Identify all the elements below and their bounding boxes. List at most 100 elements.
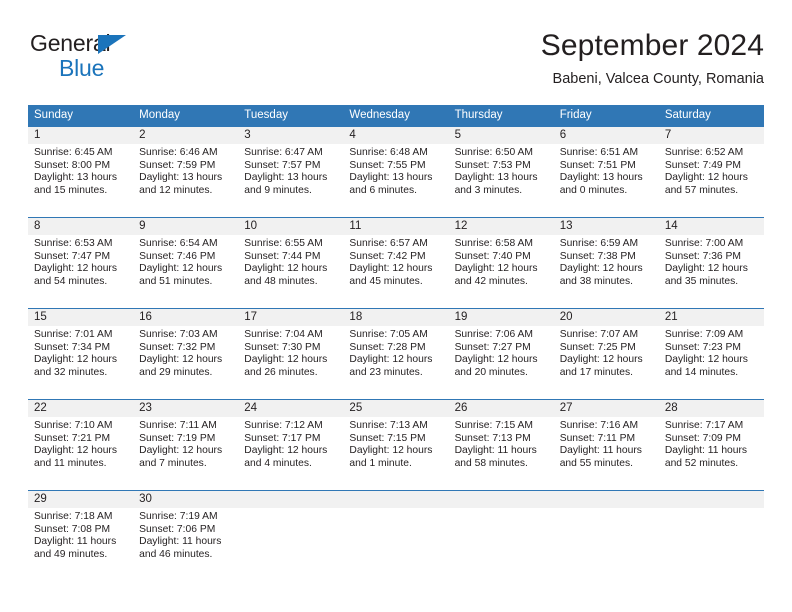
calendar-day-cell[interactable]: 23 Sunrise: 7:11 AM Sunset: 7:19 PM Dayligh…: [133, 399, 239, 491]
daylight-duration-line2: and 23 minutes.: [349, 366, 423, 378]
sunrise-time: Sunrise: 6:52 AM: [664, 147, 744, 158]
calendar-day-cell[interactable]: 11 Sunrise: 6:57 AM Sunset: 7:42 PM Dayligh…: [343, 217, 449, 309]
daylight-duration-line1: Daylight: 12 hours: [559, 354, 643, 366]
calendar-day-cell[interactable]: 20 Sunrise: 7:07 AM Sunset: 7:25 PM Dayligh…: [553, 308, 659, 400]
day-number: 18: [343, 309, 449, 326]
calendar-day-cell[interactable]: 17 Sunrise: 7:04 AM Sunset: 7:30 PM Dayligh…: [238, 308, 344, 400]
calendar-day-cell[interactable]: 2 Sunrise: 6:46 AM Sunset: 7:59 PM Daylight…: [133, 127, 239, 218]
calendar-day-cell[interactable]: 15 Sunrise: 7:01 AM Sunset: 7:34 PM Dayligh…: [28, 308, 134, 400]
sunrise-time: Sunrise: 7:18 AM: [34, 511, 113, 522]
day-cell-inner: 30 Sunrise: 7:19 AM Sunset: 7:06 PM Dayligh…: [133, 491, 239, 581]
calendar-day-cell[interactable]: 5 Sunrise: 6:50 AM Sunset: 7:53 PM Daylight…: [448, 127, 554, 218]
day-number: 3: [238, 127, 344, 144]
daylight-duration-line1: Daylight: 11 hours: [559, 445, 642, 457]
calendar-day-cell[interactable]: 9 Sunrise: 6:54 AM Sunset: 7:46 PM Daylight…: [133, 217, 239, 309]
day-number: 9: [133, 218, 239, 235]
day-number: [343, 491, 449, 508]
sunrise-time: Sunrise: 7:12 AM: [244, 420, 323, 431]
calendar-day-cell[interactable]: 6 Sunrise: 6:51 AM Sunset: 7:51 PM Daylight…: [553, 127, 659, 218]
calendar-day-cell[interactable]: 29 Sunrise: 7:18 AM Sunset: 7:08 PM Dayligh…: [28, 490, 134, 581]
daylight-duration-line1: Daylight: 12 hours: [349, 354, 433, 366]
day-cell-inner: [658, 491, 764, 581]
day-number: 29: [28, 491, 134, 508]
day-cell-inner: 12 Sunrise: 6:58 AM Sunset: 7:40 PM Dayligh…: [448, 218, 554, 308]
day-cell-inner: 26 Sunrise: 7:15 AM Sunset: 7:13 PM Dayligh…: [448, 400, 554, 490]
sunset-time: Sunset: 8:00 PM: [34, 159, 111, 171]
day-cell-inner: 8 Sunrise: 6:53 AM Sunset: 7:47 PM Daylight…: [28, 218, 134, 308]
calendar-day-cell[interactable]: 27 Sunrise: 7:16 AM Sunset: 7:11 PM Dayligh…: [553, 399, 659, 491]
sunset-time: Sunset: 7:59 PM: [139, 159, 216, 171]
sunset-time: Sunset: 7:55 PM: [349, 159, 426, 171]
daylight-duration-line1: Daylight: 11 hours: [139, 536, 222, 548]
day-number: 27: [553, 400, 659, 417]
generalblue-logo[interactable]: General Blue: [30, 32, 220, 82]
calendar-day-cell[interactable]: 18 Sunrise: 7:05 AM Sunset: 7:28 PM Dayligh…: [343, 308, 449, 400]
daylight-duration-line2: and 11 minutes.: [34, 457, 107, 469]
weekday-header-sunday: Sunday: [28, 105, 134, 127]
daylight-duration-line2: and 1 minute.: [349, 457, 412, 469]
daylight-duration-line2: and 26 minutes.: [244, 366, 318, 378]
day-number: 28: [658, 400, 764, 417]
calendar-day-cell[interactable]: 24 Sunrise: 7:12 AM Sunset: 7:17 PM Dayligh…: [238, 399, 344, 491]
calendar-day-cell[interactable]: 21 Sunrise: 7:09 AM Sunset: 7:23 PM Dayligh…: [658, 308, 764, 400]
calendar-day-cell[interactable]: 26 Sunrise: 7:15 AM Sunset: 7:13 PM Dayligh…: [448, 399, 554, 491]
sunrise-time: Sunrise: 7:07 AM: [559, 329, 639, 340]
calendar-day-cell[interactable]: 28 Sunrise: 7:17 AM Sunset: 7:09 PM Dayligh…: [658, 399, 764, 491]
calendar-day-cell[interactable]: 12 Sunrise: 6:58 AM Sunset: 7:40 PM Dayligh…: [448, 217, 554, 309]
calendar-day-cell[interactable]: 16 Sunrise: 7:03 AM Sunset: 7:32 PM Dayligh…: [133, 308, 239, 400]
day-number: [658, 491, 764, 508]
calendar-day-cell[interactable]: 10 Sunrise: 6:55 AM Sunset: 7:44 PM Dayligh…: [238, 217, 344, 309]
daylight-duration-line1: Daylight: 13 hours: [454, 172, 538, 184]
daylight-duration-line1: Daylight: 11 hours: [664, 445, 748, 457]
day-cell-inner: [553, 491, 659, 581]
calendar-day-cell[interactable]: 7 Sunrise: 6:52 AM Sunset: 7:49 PM Daylight…: [658, 127, 764, 218]
calendar-day-cell[interactable]: 19 Sunrise: 7:06 AM Sunset: 7:27 PM Dayligh…: [448, 308, 554, 400]
calendar-day-cell[interactable]: 4 Sunrise: 6:48 AM Sunset: 7:55 PM Daylight…: [343, 127, 449, 218]
daylight-duration-line2: and 12 minutes.: [139, 184, 213, 196]
calendar-day-cell[interactable]: 22 Sunrise: 7:10 AM Sunset: 7:21 PM Dayligh…: [28, 399, 134, 491]
day-details: Sunrise: 6:51 AM Sunset: 7:51 PM Daylight:…: [554, 144, 659, 197]
sunrise-time: Sunrise: 7:19 AM: [139, 511, 218, 522]
sunset-time: Sunset: 7:49 PM: [664, 159, 741, 171]
day-number: 25: [343, 400, 449, 417]
day-number: 17: [238, 309, 344, 326]
sunrise-time: Sunrise: 6:50 AM: [454, 147, 533, 158]
daylight-duration-line2: and 7 minutes.: [139, 457, 207, 469]
day-cell-inner: 22 Sunrise: 7:10 AM Sunset: 7:21 PM Dayligh…: [28, 400, 134, 490]
calendar-day-cell[interactable]: 25 Sunrise: 7:13 AM Sunset: 7:15 PM Dayligh…: [343, 399, 449, 491]
sunrise-time: Sunrise: 7:17 AM: [664, 420, 744, 431]
day-number: 7: [658, 127, 764, 144]
day-number: 21: [658, 309, 764, 326]
calendar-day-cell[interactable]: 3 Sunrise: 6:47 AM Sunset: 7:57 PM Daylight…: [238, 127, 344, 218]
calendar-day-cell[interactable]: 1 Sunrise: 6:45 AM Sunset: 8:00 PM Daylight…: [28, 127, 134, 218]
day-details: Sunrise: 7:03 AM Sunset: 7:32 PM Daylight:…: [133, 326, 238, 379]
weekday-header-row: Sunday Monday Tuesday Wednesday Thursday…: [28, 105, 764, 127]
day-details: Sunrise: 7:06 AM Sunset: 7:27 PM Daylight:…: [449, 326, 554, 379]
sunrise-time: Sunrise: 7:13 AM: [349, 420, 428, 431]
calendar-day-cell: [553, 490, 659, 581]
calendar-day-cell[interactable]: 14 Sunrise: 7:00 AM Sunset: 7:36 PM Dayligh…: [658, 217, 764, 309]
day-details: Sunrise: 7:04 AM Sunset: 7:30 PM Daylight:…: [238, 326, 343, 379]
sunset-time: Sunset: 7:40 PM: [454, 250, 531, 262]
day-details: Sunrise: 7:19 AM Sunset: 7:06 PM Daylight:…: [133, 508, 238, 561]
sunset-time: Sunset: 7:25 PM: [559, 341, 636, 353]
day-number: 30: [133, 491, 239, 508]
daylight-duration-line2: and 51 minutes.: [139, 275, 213, 287]
sunrise-time: Sunrise: 7:11 AM: [139, 420, 217, 431]
weekday-header-monday: Monday: [133, 105, 239, 127]
calendar-day-cell[interactable]: 13 Sunrise: 6:59 AM Sunset: 7:38 PM Dayligh…: [553, 217, 659, 309]
daylight-duration-line2: and 57 minutes.: [664, 184, 739, 196]
day-details: Sunrise: 7:01 AM Sunset: 7:34 PM Daylight:…: [28, 326, 133, 379]
calendar-day-cell[interactable]: 30 Sunrise: 7:19 AM Sunset: 7:06 PM Dayligh…: [133, 490, 239, 581]
sunrise-time: Sunrise: 7:01 AM: [34, 329, 113, 340]
daylight-duration-line2: and 14 minutes.: [664, 366, 739, 378]
calendar-day-cell[interactable]: 8 Sunrise: 6:53 AM Sunset: 7:47 PM Daylight…: [28, 217, 134, 309]
day-details: Sunrise: 6:52 AM Sunset: 7:49 PM Daylight:…: [659, 144, 764, 197]
sunset-time: Sunset: 7:47 PM: [34, 250, 111, 262]
sunrise-time: Sunrise: 6:53 AM: [34, 238, 113, 249]
day-details: Sunrise: 7:05 AM Sunset: 7:28 PM Daylight:…: [343, 326, 448, 379]
day-number: [448, 491, 554, 508]
calendar-day-cell: [238, 490, 344, 581]
sunset-time: Sunset: 7:57 PM: [244, 159, 321, 171]
day-cell-inner: 3 Sunrise: 6:47 AM Sunset: 7:57 PM Daylight…: [238, 127, 344, 217]
